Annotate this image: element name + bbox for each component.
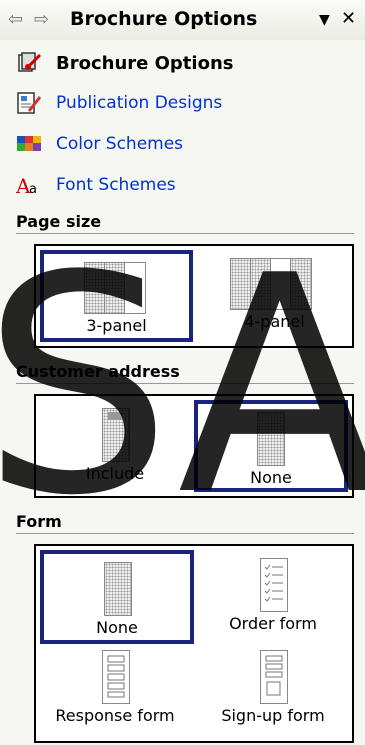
panel-thumb xyxy=(290,258,312,310)
option-label: Sign-up form xyxy=(221,706,325,725)
task-font-schemes[interactable]: A a Font Schemes xyxy=(15,170,176,200)
font-schemes-icon: A a xyxy=(15,173,42,198)
color-schemes-icon xyxy=(16,132,42,156)
address-block-icon xyxy=(108,412,122,420)
color-schemes-link[interactable]: Color Schemes xyxy=(56,134,183,154)
option-label: Response form xyxy=(55,706,175,725)
svg-text:a: a xyxy=(29,182,37,197)
sign-up-form-icon xyxy=(260,650,288,704)
form-option-sign-up-form[interactable]: Sign-up form xyxy=(198,646,348,732)
forward-arrow-icon[interactable]: ⇨ xyxy=(34,9,49,30)
form-group: None Order form Response form Sign-up fo… xyxy=(34,544,354,743)
back-arrow-icon[interactable]: ⇦ xyxy=(8,9,23,30)
publication-designs-link[interactable]: Publication Designs xyxy=(56,93,222,113)
panel-thumb xyxy=(124,262,146,314)
section-divider xyxy=(16,233,354,234)
panel-thumb xyxy=(250,258,272,310)
option-label: None xyxy=(96,618,138,637)
response-form-icon xyxy=(102,650,130,704)
option-label: 3-panel xyxy=(86,316,147,335)
form-thumb xyxy=(104,562,132,616)
brochure-options-label: Brochure Options xyxy=(56,52,234,74)
customer-address-option-none[interactable]: None xyxy=(194,400,348,492)
panel-thumb xyxy=(270,258,292,310)
close-icon[interactable]: ✕ xyxy=(341,8,356,29)
page-size-heading: Page size xyxy=(16,212,102,231)
form-option-response-form[interactable]: Response form xyxy=(40,646,190,732)
publication-designs-icon xyxy=(16,91,42,115)
dropdown-icon[interactable]: ▼ xyxy=(319,12,330,28)
option-label: 4-panel xyxy=(244,312,305,331)
panel-thumb xyxy=(230,258,252,310)
customer-address-option-include[interactable]: Include xyxy=(40,404,190,488)
option-label: None xyxy=(250,468,292,487)
pane-title: Brochure Options xyxy=(70,8,258,30)
form-heading: Form xyxy=(16,512,62,531)
address-thumb xyxy=(257,412,285,466)
task-publication-designs[interactable]: Publication Designs xyxy=(16,88,222,118)
page-size-option-3-panel[interactable]: 3-panel xyxy=(40,250,193,342)
form-option-none[interactable]: None xyxy=(40,550,194,644)
customer-address-heading: Customer address xyxy=(16,362,180,381)
font-schemes-link[interactable]: Font Schemes xyxy=(56,175,176,195)
order-form-icon xyxy=(260,558,288,612)
panel-thumb xyxy=(104,262,126,314)
brochure-options-icon xyxy=(16,51,42,75)
task-color-schemes[interactable]: Color Schemes xyxy=(16,129,183,159)
option-label: Order form xyxy=(229,614,317,633)
panel-thumb xyxy=(84,262,106,314)
page-size-option-4-panel[interactable]: 4-panel xyxy=(202,254,347,338)
section-divider xyxy=(16,533,354,534)
form-option-order-form[interactable]: Order form xyxy=(198,554,348,640)
task-pane-titlebar: ⇦ ⇨ Brochure Options ▼ ✕ xyxy=(0,0,365,40)
customer-address-group: Include None xyxy=(34,394,354,498)
page-size-group: 3-panel 4-panel xyxy=(34,244,354,348)
option-label: Include xyxy=(85,464,145,483)
section-divider xyxy=(16,383,354,384)
brochure-options-header: Brochure Options xyxy=(16,48,233,78)
